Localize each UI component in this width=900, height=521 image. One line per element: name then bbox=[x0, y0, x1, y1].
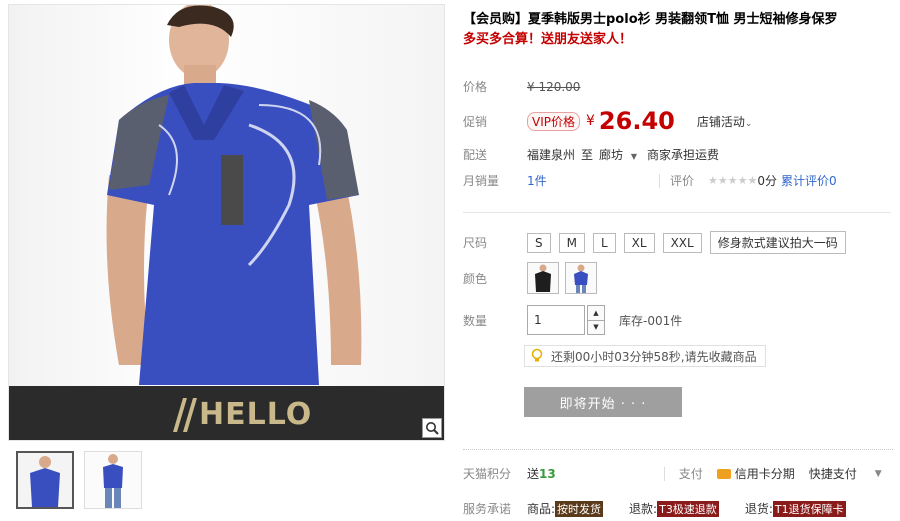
total-reviews-link[interactable]: 累计评价0 bbox=[781, 172, 837, 189]
quantity-decrease-button[interactable]: ▼ bbox=[587, 319, 605, 335]
original-price: ¥ 120.00 bbox=[527, 79, 581, 94]
thumbnail-front-image bbox=[18, 453, 72, 507]
caret-down-icon: ▼ bbox=[630, 152, 638, 161]
monthly-sales-count: 1件 bbox=[527, 174, 547, 188]
countdown-notice: 还剩00小时03分钟58秒,请先收藏商品 bbox=[524, 345, 766, 367]
product-title: 【会员购】夏季韩版男士polo衫 男装翻领T恤 男士短袖修身保罗 bbox=[463, 12, 838, 27]
thumbnail-strip bbox=[16, 451, 142, 509]
divider bbox=[663, 466, 665, 481]
divider bbox=[463, 212, 891, 213]
quantity-input[interactable] bbox=[527, 305, 585, 335]
quantity-label: 数量 bbox=[463, 313, 488, 328]
vip-price: 26.40 bbox=[598, 107, 675, 135]
color-swatch-black[interactable] bbox=[527, 262, 559, 294]
lightbulb-icon bbox=[531, 348, 543, 362]
size-option-xl[interactable]: XL bbox=[623, 232, 655, 253]
service-tag-ship[interactable]: 按时发货 bbox=[555, 500, 604, 517]
product-info: 【会员购】夏季韩版男士polo衫 男装翻领T恤 男士短袖修身保罗 多买多合算！送… bbox=[463, 10, 893, 50]
countdown-text: 还剩00小时03分钟58秒,请先收藏商品 bbox=[551, 349, 757, 364]
vip-price-tag: VIP价格 bbox=[527, 111, 580, 131]
delivery-from: 福建泉州 bbox=[527, 148, 576, 162]
quantity-increase-button[interactable]: ▲ bbox=[587, 305, 605, 321]
shop-activity-dropdown[interactable]: 店铺活动⌄ bbox=[697, 113, 753, 130]
brand-banner: HELLO bbox=[9, 386, 444, 440]
service-tag-return[interactable]: T1退货保障卡 bbox=[772, 500, 846, 517]
points-label: 天猫积分 bbox=[463, 467, 512, 481]
zoom-button[interactable] bbox=[422, 418, 442, 438]
shop-activity-label: 店铺活动 bbox=[696, 114, 745, 129]
size-tip: 修身款式建议拍大一码 bbox=[709, 231, 846, 254]
quantity-stepper: ▲ ▼ bbox=[587, 305, 605, 335]
credit-installment: 信用卡分期 bbox=[734, 467, 795, 481]
promo-row: 促销 VIP价格 ¥ 26.40 店铺活动⌄ bbox=[463, 107, 752, 135]
delivery-row: 配送 福建泉州 至 廊坊 ▼ 商家承担运费 bbox=[463, 146, 719, 163]
delivery-label: 配送 bbox=[463, 148, 488, 162]
payment-label: 支付 bbox=[678, 467, 703, 481]
quantity-row: 数量 ▲ ▼ 库存-001件 bbox=[463, 305, 682, 335]
price-row: 价格 ¥ 120.00 bbox=[463, 78, 580, 95]
product-subtitle: 多买多合算！送朋友送家人！ bbox=[463, 32, 633, 47]
thumbnail-side-image bbox=[85, 452, 141, 508]
model-illustration bbox=[106, 5, 362, 385]
service-row: 服务承诺 商品: 按时发货 退款: T3极速退款 退货: T1退货保障卡 bbox=[463, 500, 846, 517]
size-label: 尺码 bbox=[463, 236, 488, 250]
coming-soon-button[interactable]: 即将开始 · · · bbox=[524, 387, 682, 417]
promo-label: 促销 bbox=[463, 114, 488, 129]
credit-card-icon bbox=[716, 468, 731, 479]
monthly-sales-label: 月销量 bbox=[463, 174, 500, 188]
size-option-l[interactable]: L bbox=[592, 232, 616, 253]
quick-pay: 快捷支付 bbox=[808, 467, 857, 481]
price-label: 价格 bbox=[463, 80, 488, 94]
blue-shirt-thumb bbox=[574, 264, 588, 293]
size-option-m[interactable]: M bbox=[558, 232, 585, 253]
rating-label: 评价 bbox=[670, 174, 695, 188]
divider bbox=[463, 449, 893, 450]
rating-score: 0分 bbox=[757, 174, 777, 188]
color-label: 颜色 bbox=[463, 271, 488, 286]
stock-count: 库存-001件 bbox=[619, 313, 683, 328]
delivery-to: 廊坊 bbox=[599, 148, 624, 162]
points-value: 13 bbox=[539, 466, 556, 481]
chevron-down-icon: ⌄ bbox=[744, 118, 753, 129]
product-photo[interactable] bbox=[9, 5, 444, 386]
service-item-prefix: 商品: bbox=[527, 502, 556, 516]
currency-symbol: ¥ bbox=[586, 113, 595, 129]
divider bbox=[659, 173, 660, 188]
magnifier-icon bbox=[426, 422, 439, 435]
points-row: 天猫积分 送 13 支付 信用卡分期 快捷支付 ▼ bbox=[463, 465, 893, 482]
product-gallery: HELLO bbox=[8, 4, 445, 441]
delivery-to-word: 至 bbox=[581, 148, 594, 162]
points-send: 送 bbox=[527, 467, 540, 481]
brand-logo-text: HELLO bbox=[199, 396, 313, 432]
thumbnail-1[interactable] bbox=[16, 451, 74, 509]
rating-stars-icon: ★★★★★ bbox=[708, 174, 758, 187]
size-option-xxl[interactable]: XXL bbox=[662, 232, 702, 253]
delivery-destination[interactable]: 廊坊 ▼ bbox=[599, 146, 637, 163]
brand-mark-icon bbox=[173, 398, 197, 432]
service-item-prefix: 退款: bbox=[629, 502, 658, 516]
service-label: 服务承诺 bbox=[463, 502, 512, 516]
thumbnail-2[interactable] bbox=[84, 451, 142, 509]
size-option-s[interactable]: S bbox=[527, 232, 551, 253]
service-tag-refund[interactable]: T3极速退款 bbox=[657, 500, 719, 517]
size-row: 尺码 S M L XL XXL 修身款式建议拍大一码 bbox=[463, 231, 846, 254]
caret-down-icon[interactable]: ▼ bbox=[875, 469, 882, 479]
delivery-fee: 商家承担运费 bbox=[647, 148, 720, 162]
service-item-prefix: 退货: bbox=[744, 502, 773, 516]
color-swatch-blue[interactable] bbox=[565, 262, 597, 294]
black-shirt-thumb bbox=[535, 264, 551, 292]
color-row: 颜色 bbox=[463, 262, 603, 294]
sales-row: 月销量 1件 评价 ★★★★★ 0分 累计评价0 bbox=[463, 172, 893, 189]
